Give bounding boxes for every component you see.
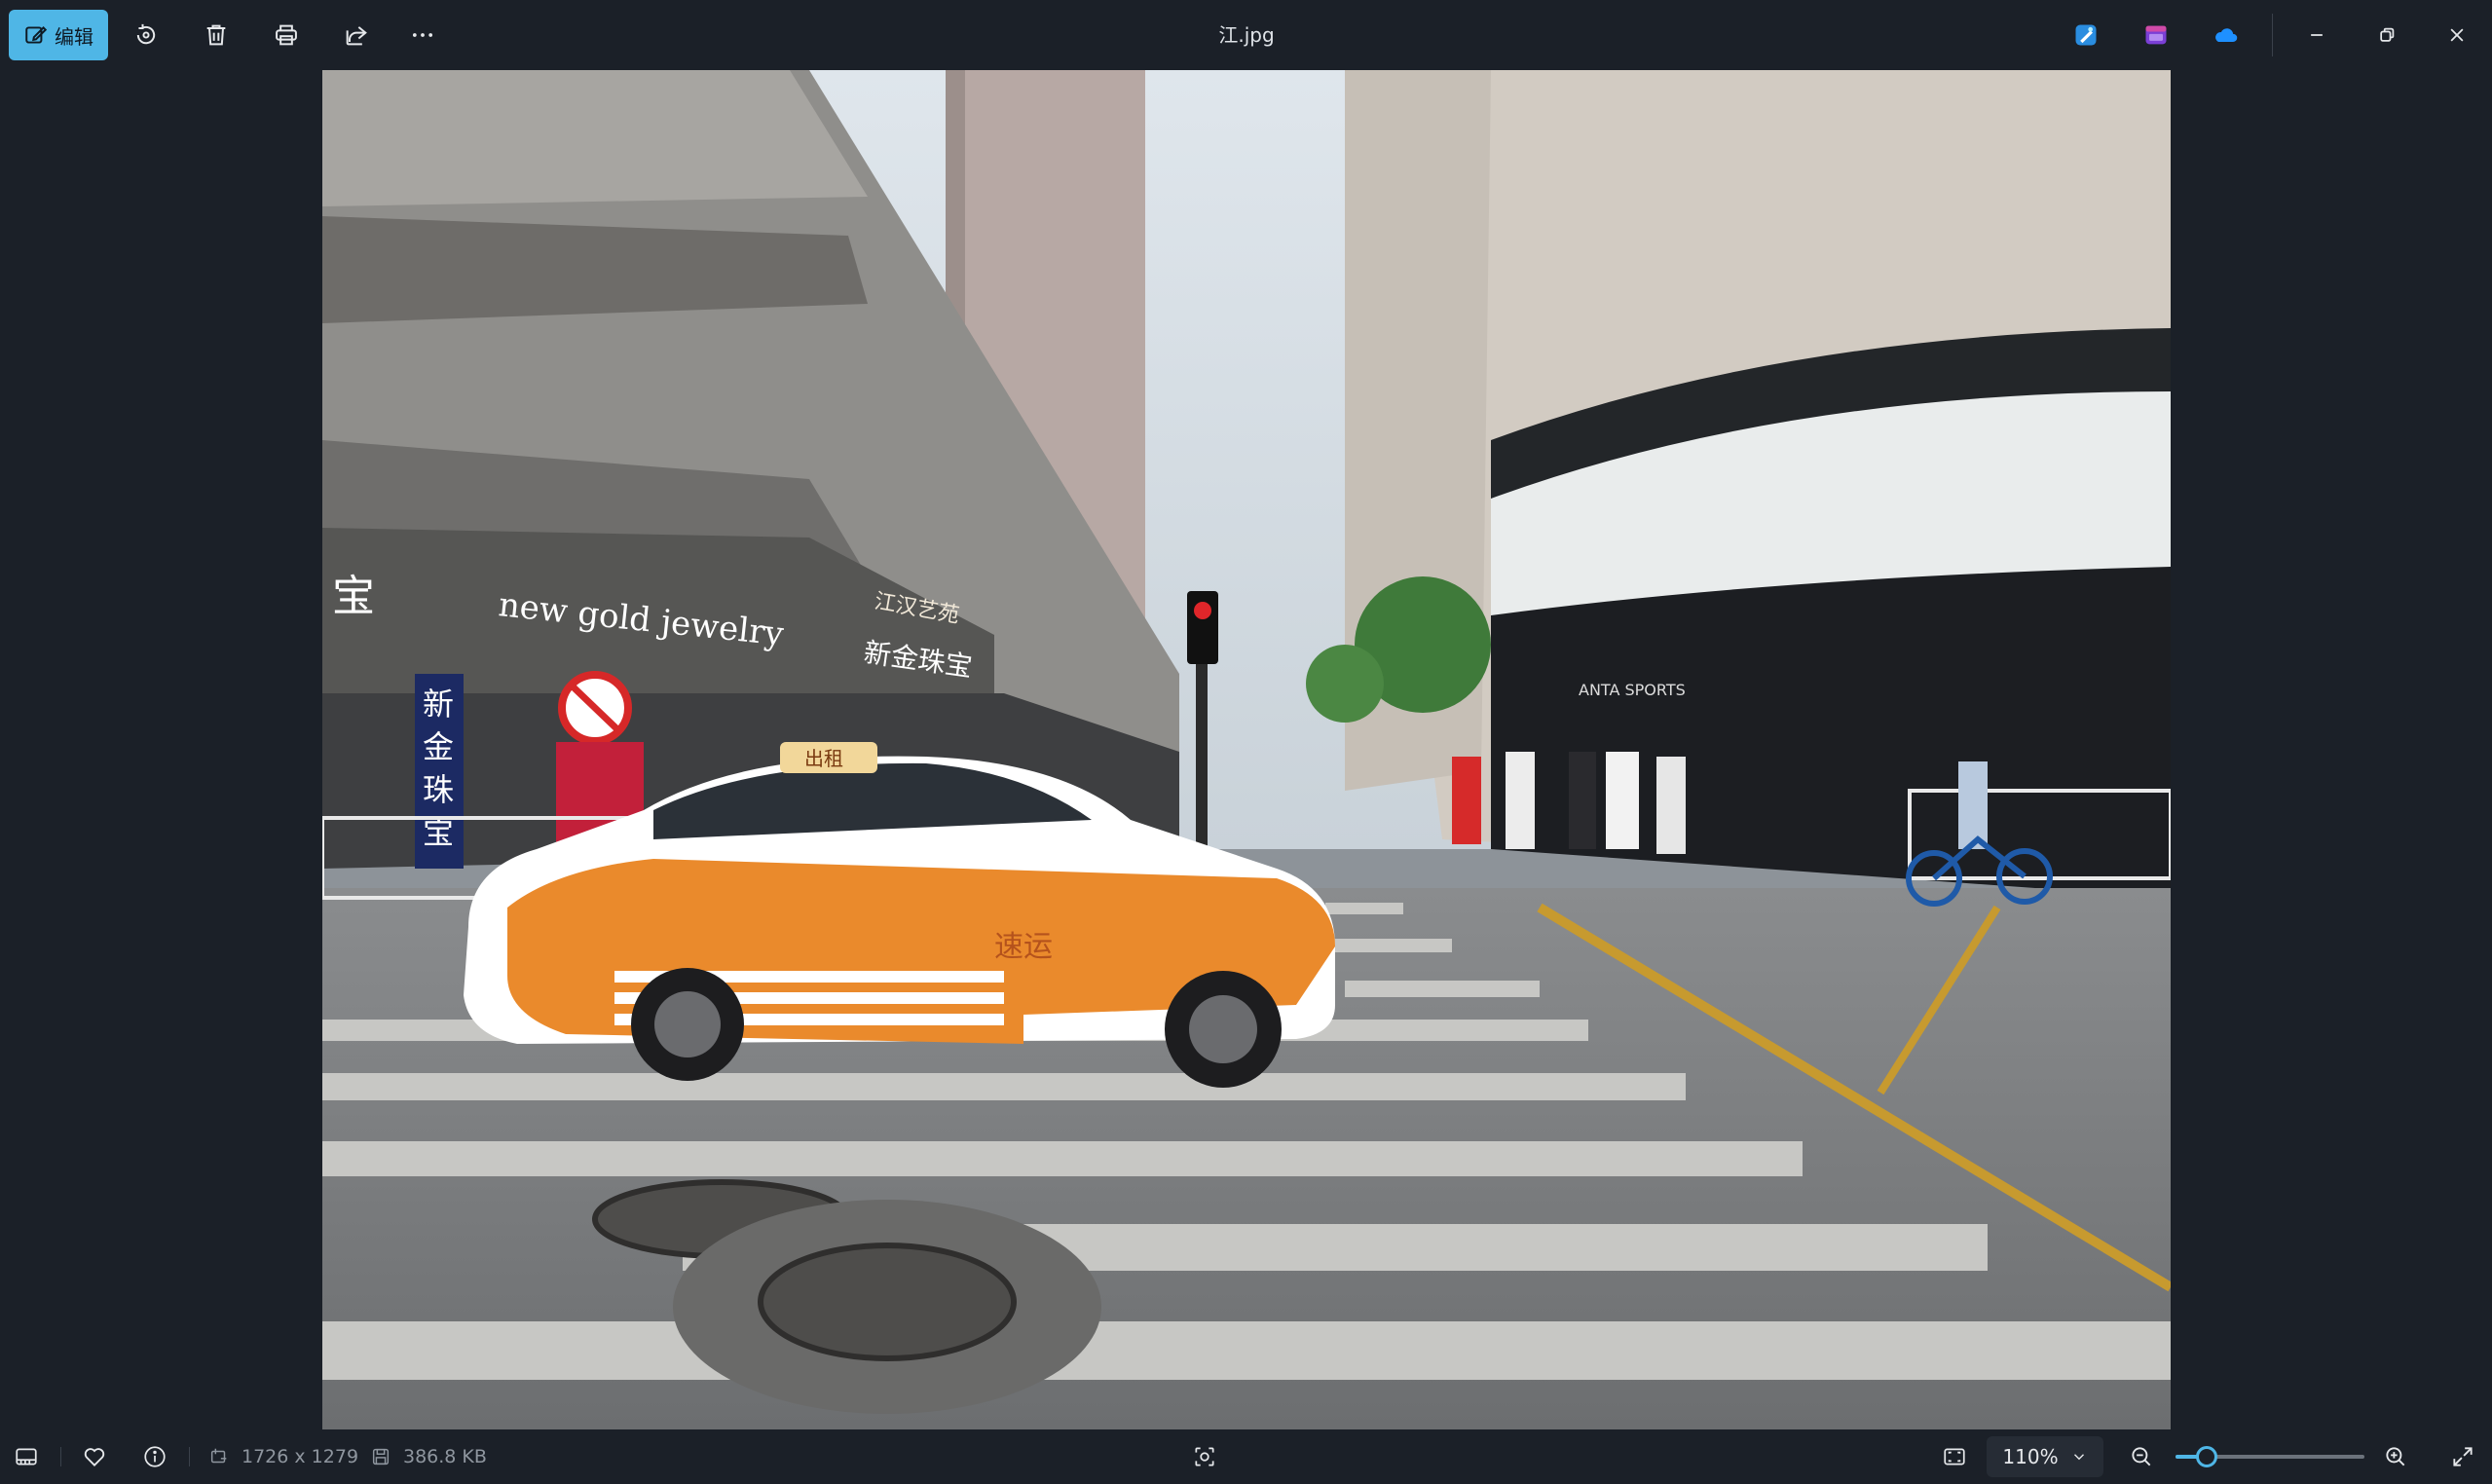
favorite-button[interactable]	[82, 1429, 107, 1484]
zoom-out-icon	[2132, 1447, 2151, 1466]
more-button[interactable]	[397, 10, 448, 60]
toolbar-divider	[2272, 14, 2273, 56]
file-size-text: 386.8 KB	[403, 1446, 487, 1467]
zoom-slider-thumb[interactable]	[2195, 1446, 2217, 1467]
dimensions-icon	[210, 1448, 227, 1464]
zoom-level-dropdown[interactable]: 110%	[1987, 1436, 2103, 1477]
edit-label: 编辑	[55, 24, 93, 49]
share-icon	[346, 26, 367, 46]
status-divider	[60, 1447, 61, 1466]
visual-search-button[interactable]	[1192, 1429, 1217, 1484]
restore-icon	[2380, 27, 2395, 42]
visual-search-icon	[1195, 1447, 1214, 1466]
zoom-in-icon	[2386, 1447, 2405, 1466]
status-divider-2	[189, 1447, 190, 1466]
clipchamp-app-button[interactable]	[2131, 10, 2181, 60]
print-button[interactable]	[261, 10, 312, 60]
filmstrip-toggle-button[interactable]	[14, 1429, 39, 1484]
fullscreen-button[interactable]	[2450, 1429, 2475, 1484]
vertical-sign-char-2: 金	[423, 728, 454, 765]
fit-to-window-button[interactable]	[1942, 1429, 1967, 1484]
vertical-sign-char-3: 珠	[423, 771, 454, 808]
onedrive-button[interactable]	[2200, 10, 2250, 60]
onedrive-icon	[2215, 28, 2238, 42]
designer-app-button[interactable]	[2061, 10, 2111, 60]
delete-button[interactable]	[191, 10, 242, 60]
heart-icon	[84, 1448, 105, 1466]
delete-icon	[206, 24, 226, 46]
restore-button[interactable]	[2362, 10, 2412, 60]
close-button[interactable]	[2432, 10, 2482, 60]
clipchamp-app-icon	[2145, 25, 2167, 45]
print-icon	[276, 24, 297, 46]
edit-button[interactable]: 编辑	[9, 10, 108, 60]
more-icon	[412, 33, 433, 37]
street-photo: 宝 new gold jewelry 新金珠宝 江汉艺苑 新 金 珠 宝 ANT…	[322, 70, 2171, 1429]
vertical-sign-char-1: 新	[423, 686, 454, 723]
image-dimensions: 1726 x 1279	[208, 1429, 358, 1484]
zoom-level-value: 110%	[2002, 1445, 2059, 1468]
rotate-icon	[136, 23, 156, 45]
manhole-cover-2	[758, 1243, 1017, 1361]
photo-street-scene[interactable]: 宝 new gold jewelry 新金珠宝 江汉艺苑 新 金 珠 宝 ANT…	[322, 70, 2171, 1429]
store-brand: ANTA SPORTS	[1579, 681, 1686, 699]
zoom-slider[interactable]	[2176, 1446, 2364, 1467]
close-icon	[2450, 28, 2464, 42]
taxi-roof-text: 出租	[804, 747, 843, 770]
info-icon	[144, 1446, 166, 1467]
zoom-in-button[interactable]	[2383, 1429, 2408, 1484]
minimize-button[interactable]	[2291, 10, 2342, 60]
rotate-button[interactable]	[121, 10, 171, 60]
dimensions-text: 1726 x 1279	[242, 1446, 359, 1467]
minimize-icon	[2311, 34, 2323, 36]
image-viewer[interactable]: 宝 new gold jewelry 新金珠宝 江汉艺苑 新 金 珠 宝 ANT…	[0, 70, 2492, 1429]
fit-window-icon	[1944, 1448, 1965, 1465]
designer-app-icon	[2075, 24, 2097, 46]
file-info-button[interactable]	[142, 1429, 167, 1484]
save-disk-icon	[372, 1448, 390, 1465]
filmstrip-icon	[16, 1448, 37, 1465]
chevron-down-icon	[2073, 1454, 2084, 1461]
bottom-status-bar: 1726 x 1279 386.8 KB 110%	[0, 1429, 2492, 1484]
top-toolbar: 编辑 江.jpg	[0, 0, 2492, 70]
taxi-door-text: 速运	[994, 930, 1053, 964]
share-button[interactable]	[331, 10, 382, 60]
zoom-out-button[interactable]	[2129, 1429, 2154, 1484]
file-size: 386.8 KB	[370, 1429, 487, 1484]
sign-bao: 宝	[332, 572, 375, 621]
file-title: 江.jpg	[1218, 23, 1275, 47]
edit-icon	[25, 26, 48, 44]
expand-icon	[2453, 1447, 2473, 1466]
